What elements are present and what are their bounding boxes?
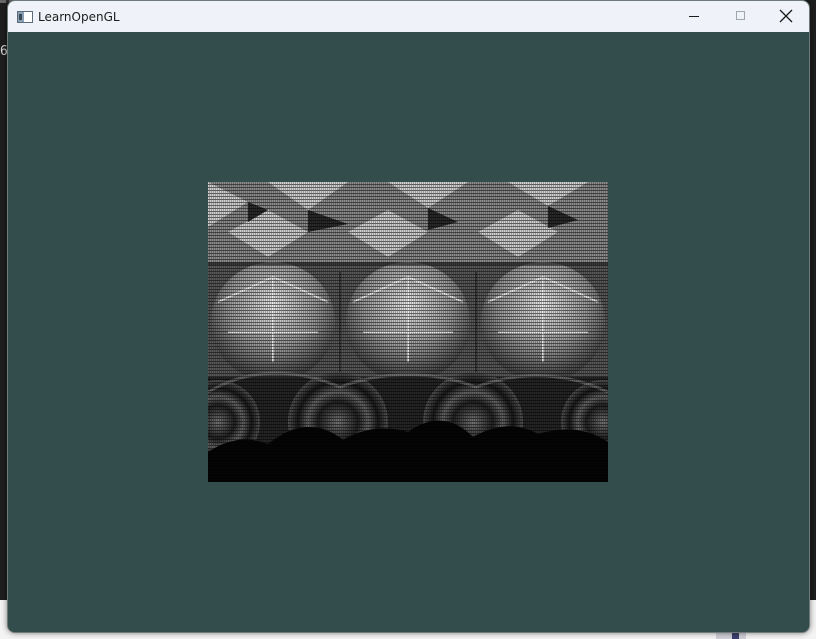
gl-viewport[interactable] (8, 32, 809, 632)
close-button[interactable] (763, 1, 809, 32)
title-bar[interactable]: LearnOpenGL (8, 1, 809, 32)
window-title: LearnOpenGL (38, 9, 120, 24)
textured-quad (208, 182, 608, 482)
texture-image (208, 182, 608, 482)
maximize-button[interactable] (717, 1, 763, 32)
minimize-icon (689, 16, 699, 17)
maximize-icon (736, 11, 745, 20)
app-window-icon[interactable] (17, 10, 33, 23)
close-icon (779, 9, 793, 23)
minimize-button[interactable] (671, 1, 717, 32)
caption-buttons (671, 1, 809, 32)
app-window: LearnOpenGL (7, 0, 810, 633)
